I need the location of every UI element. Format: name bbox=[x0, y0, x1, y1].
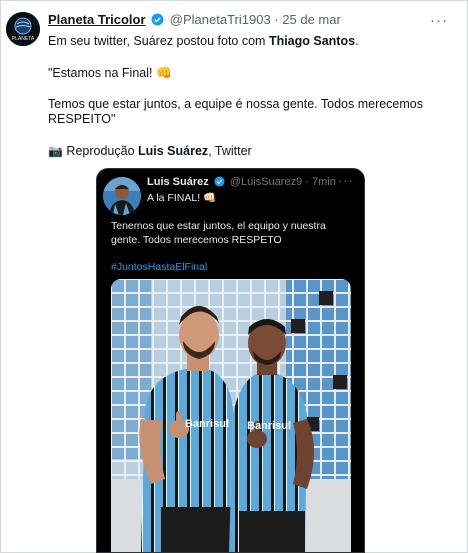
embedded-paragraph-line-2: gente. Todos merecemos RESPETO bbox=[111, 234, 282, 246]
mention-thiago-santos: Thiago Santos bbox=[268, 34, 356, 48]
tweet-quote-line: "Estamos na Final! 👊 bbox=[48, 66, 172, 80]
tweet-date-link[interactable]: 25 de mar bbox=[282, 12, 341, 27]
credit-prefix: Reprodução bbox=[62, 144, 139, 158]
verified-badge-icon bbox=[151, 13, 164, 29]
embedded-separator: · bbox=[305, 176, 309, 188]
planeta-tricolor-avatar[interactable]: PLANETA bbox=[6, 12, 40, 46]
camera-icon: 📷 bbox=[48, 144, 63, 158]
more-options-icon[interactable]: ··· bbox=[430, 12, 448, 29]
avatar-label: PLANETA bbox=[12, 36, 35, 42]
embedded-tweet-header: Luis Suárez @LuisSuarez9 · 7min bbox=[147, 176, 336, 190]
embedded-hashtag-link: #JuntosHastaElFinal bbox=[111, 261, 208, 273]
embedded-author-name: Luis Suárez bbox=[147, 176, 209, 188]
tweet-credit-line: 📷 Reprodução Luis Suárez, Twitter bbox=[48, 143, 448, 159]
embedded-time: 7min bbox=[312, 176, 336, 188]
right-jersey-sponsor: Banrisul bbox=[247, 420, 291, 432]
embedded-line-1: A la FINAL! 👊🏻 bbox=[147, 192, 217, 204]
embedded-author-handle: @LuisSuarez9 bbox=[229, 176, 303, 188]
embedded-paragraph-line-1: Tenemos que estar juntos, el equipo y nu… bbox=[111, 220, 326, 232]
header-separator: · bbox=[274, 12, 279, 27]
line1-suffix: . bbox=[355, 34, 359, 48]
left-jersey-sponsor: Banrisul bbox=[185, 418, 229, 430]
author-handle[interactable]: @PlanetaTri1903 bbox=[170, 12, 271, 27]
line1-prefix: Em seu twitter, Suárez postou foto com bbox=[48, 34, 269, 48]
author-name-link[interactable]: Planeta Tricolor bbox=[48, 12, 146, 27]
embedded-avatar bbox=[103, 177, 141, 215]
tweet-paragraph-line-1: Temos que estar juntos, a equipe é nossa… bbox=[48, 97, 423, 111]
tweet-text-line-1: Em seu twitter, Suárez postou foto com T… bbox=[48, 33, 448, 49]
tweet-paragraph-line-2: RESPEITO" bbox=[48, 112, 116, 126]
credit-name: Luis Suárez bbox=[138, 144, 209, 158]
embedded-tweet-image[interactable]: ··· Luis Suárez @LuisSuarez9 · 7min A la… bbox=[96, 168, 365, 553]
embedded-more-options-icon: ··· bbox=[338, 173, 354, 188]
players-photo: Banrisul Banrisul bbox=[111, 279, 351, 552]
tweet-header: Planeta Tricolor @PlanetaTri1903 · 25 de… bbox=[48, 12, 341, 29]
embedded-verified-badge-icon bbox=[214, 176, 225, 190]
credit-suffix: , Twitter bbox=[208, 144, 252, 158]
